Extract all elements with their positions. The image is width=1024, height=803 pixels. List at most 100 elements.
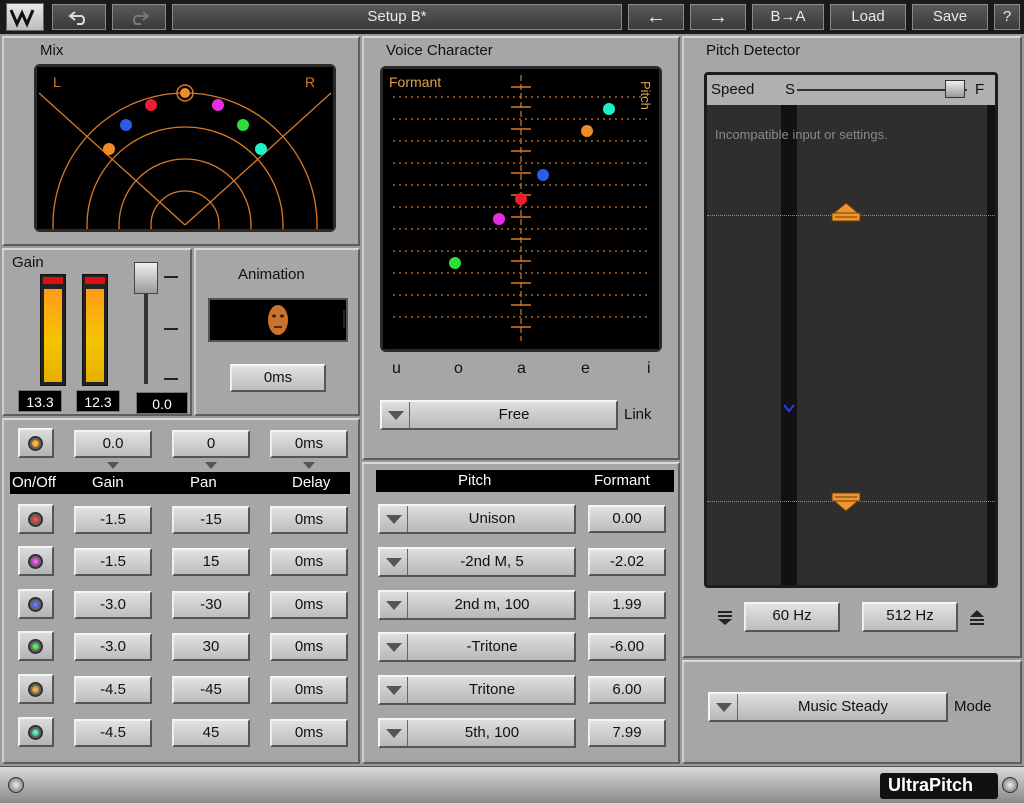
master-pan-field[interactable]: 0: [172, 430, 250, 458]
fader-tick-mid: [164, 328, 178, 330]
voice-2-pan-field[interactable]: 15: [172, 548, 250, 576]
voice-6-pitch-dropdown[interactable]: 5th, 100: [378, 718, 576, 748]
save-button[interactable]: Save: [912, 4, 988, 30]
voice-5-delay-field[interactable]: 0ms: [270, 676, 348, 704]
voice-4-onoff-button[interactable]: [18, 631, 54, 661]
voice-character-display[interactable]: Formant Pitch: [380, 66, 662, 352]
mix-dot-voice-1[interactable]: [145, 99, 157, 111]
voice-5-led-icon: [28, 682, 43, 697]
low-freq-down-icon[interactable]: [716, 608, 734, 626]
voice-5-gain-field[interactable]: -4.5: [74, 676, 152, 704]
voice-dot-5[interactable]: [581, 125, 593, 137]
voice-6-led-icon: [28, 725, 43, 740]
voice-2-pitch-dropdown[interactable]: -2nd M, 5: [378, 547, 576, 577]
voice-dot-3[interactable]: [537, 169, 549, 181]
voice-2-led-icon: [28, 554, 43, 569]
voice-4-pan-field[interactable]: 30: [172, 633, 250, 661]
voice-6-formant-field[interactable]: 7.99: [588, 719, 666, 747]
voice-3-pitch-dropdown[interactable]: 2nd m, 100: [378, 590, 576, 620]
master-gain-field[interactable]: 0.0: [74, 430, 152, 458]
mix-dot-master[interactable]: [180, 88, 190, 98]
voice-3-pan-field[interactable]: -30: [172, 591, 250, 619]
voice-dot-2[interactable]: [493, 213, 505, 225]
chevron-down-icon: [380, 634, 408, 660]
chevron-down-icon: [380, 592, 408, 618]
voice-2-gain-field[interactable]: -1.5: [74, 548, 152, 576]
voice-2-formant-field[interactable]: -2.02: [588, 548, 666, 576]
formant-axis-label: Formant: [389, 74, 441, 90]
link-label: Link: [624, 406, 652, 423]
high-freq-field[interactable]: 512 Hz: [862, 602, 958, 632]
preset-name-field[interactable]: Setup B*: [172, 4, 622, 30]
voice-1-gain-field[interactable]: -1.5: [74, 506, 152, 534]
voice-dot-4[interactable]: [449, 257, 461, 269]
high-freq-up-icon[interactable]: [968, 608, 986, 626]
mix-dot-voice-3[interactable]: [120, 119, 132, 131]
voice-1-delay-field[interactable]: 0ms: [270, 506, 348, 534]
chevron-down-icon: [380, 506, 408, 532]
voice-4-gain-field[interactable]: -3.0: [74, 633, 152, 661]
gain-meter-right: [82, 274, 108, 386]
vowel-e-label: e: [581, 360, 590, 377]
voice-6-delay-field[interactable]: 0ms: [270, 719, 348, 747]
redo-icon: [133, 11, 150, 25]
formant-header: Formant: [594, 472, 650, 489]
master-delay-field[interactable]: 0ms: [270, 430, 348, 458]
voice-3-onoff-button[interactable]: [18, 589, 54, 619]
voice-6-onoff-button[interactable]: [18, 717, 54, 747]
mix-dot-voice-2[interactable]: [212, 99, 224, 111]
voice-2-delay-field[interactable]: 0ms: [270, 548, 348, 576]
voice-4-led-icon: [28, 639, 43, 654]
load-button[interactable]: Load: [830, 4, 906, 30]
waves-logo[interactable]: [6, 3, 44, 31]
pitch-graph-area[interactable]: Incompatible input or settings.: [707, 105, 995, 585]
voice-1-pitch-dropdown[interactable]: Unison: [378, 504, 576, 534]
master-onoff-button[interactable]: [18, 428, 54, 458]
low-freq-handle-icon[interactable]: [829, 489, 863, 513]
copy-b-to-a-button[interactable]: B→A: [752, 4, 824, 30]
delay-header: Delay: [292, 474, 331, 491]
next-preset-button[interactable]: →: [690, 4, 746, 30]
voice-1-onoff-button[interactable]: [18, 504, 54, 534]
mode-dropdown[interactable]: Music Steady: [708, 692, 948, 722]
pan-header: Pan: [190, 474, 217, 491]
mix-display[interactable]: L R: [34, 64, 336, 358]
voice-dot-6[interactable]: [603, 103, 615, 115]
voice-3-delay-field[interactable]: 0ms: [270, 591, 348, 619]
voice-1-pan-field[interactable]: -15: [172, 506, 250, 534]
voice-4-pitch-dropdown[interactable]: -Tritone: [378, 632, 576, 662]
voice-6-pan-field[interactable]: 45: [172, 719, 250, 747]
low-freq-field[interactable]: 60 Hz: [744, 602, 840, 632]
voice-2-onoff-button[interactable]: [18, 546, 54, 576]
voice-character-title: Voice Character: [386, 42, 493, 59]
voice-3-formant-field[interactable]: 1.99: [588, 591, 666, 619]
mix-dot-voice-6[interactable]: [255, 143, 267, 155]
voice-4-delay-field[interactable]: 0ms: [270, 633, 348, 661]
previous-preset-button[interactable]: ←: [628, 4, 684, 30]
voice-1-formant-field[interactable]: 0.00: [588, 505, 666, 533]
top-toolbar: Setup B* ← → B→A Load Save ?: [0, 0, 1024, 34]
voice-dot-1[interactable]: [515, 193, 527, 205]
voice-3-gain-field[interactable]: -3.0: [74, 591, 152, 619]
voice-6-gain-field[interactable]: -4.5: [74, 719, 152, 747]
mix-dot-voice-4[interactable]: [237, 119, 249, 131]
gain-fader-readout[interactable]: 0.0: [136, 392, 188, 414]
formant-pitch-graph: Formant Pitch: [383, 69, 659, 349]
voice-4-formant-field[interactable]: -6.00: [588, 633, 666, 661]
high-freq-handle-icon[interactable]: [829, 201, 863, 225]
help-button[interactable]: ?: [994, 4, 1020, 30]
voice-5-onoff-button[interactable]: [18, 674, 54, 704]
left-label: L: [53, 74, 61, 90]
voice-5-pan-field[interactable]: -45: [172, 676, 250, 704]
voice-5-pitch-dropdown[interactable]: Tritone: [378, 675, 576, 705]
redo-button[interactable]: [112, 4, 166, 30]
animation-time-field[interactable]: 0ms: [230, 364, 326, 392]
mix-dot-voice-5[interactable]: [103, 143, 115, 155]
pitch-formant-header: Pitch Formant: [376, 470, 674, 492]
link-mode-dropdown[interactable]: Free: [380, 400, 618, 430]
gain-fader-handle[interactable]: [134, 262, 158, 294]
delay-link-arrow-icon: [303, 462, 315, 469]
voice-5-formant-field[interactable]: 6.00: [588, 676, 666, 704]
speed-slider-handle[interactable]: [945, 80, 965, 98]
undo-button[interactable]: [52, 4, 106, 30]
